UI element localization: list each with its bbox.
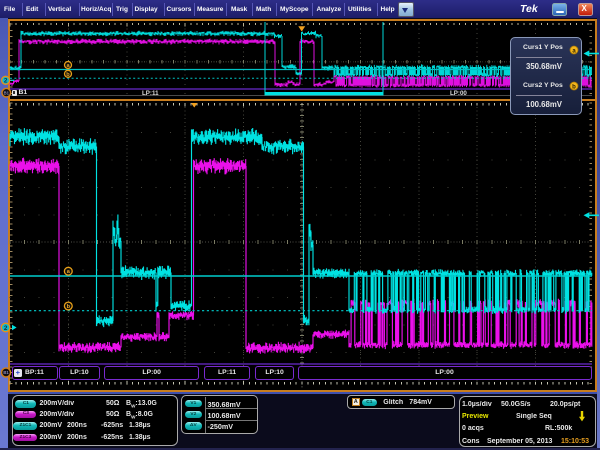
svg-text:b: b [572, 84, 576, 90]
